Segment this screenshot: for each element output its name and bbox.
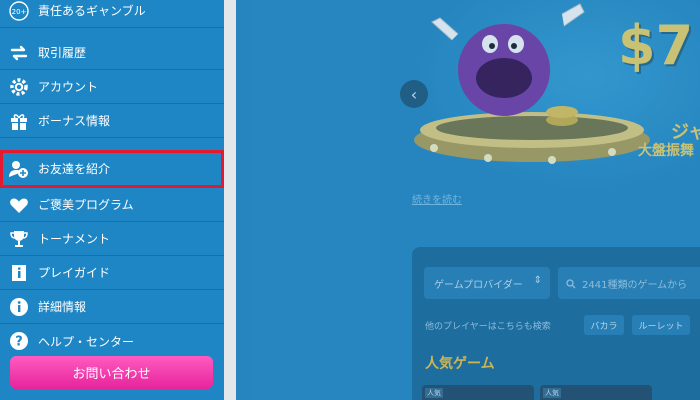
help-icon: ? (8, 330, 30, 352)
add-user-icon (8, 158, 30, 180)
game-provider-select[interactable]: ゲームプロバイダー ⇕ (424, 267, 550, 299)
main-content: $7 ジャ 大盤振舞 ‹ 続きを読む ゲームプロバイダー ⇕ 2441種類のゲー… (236, 0, 700, 400)
jackpot-amount: $7 (618, 14, 694, 77)
sidebar-item-label: トーナメント (38, 232, 111, 246)
search-icon (566, 274, 576, 293)
search-chip-baccarat[interactable]: バカラ (584, 315, 624, 335)
game-tag: 人気 (425, 388, 443, 398)
sidebar-item-label: 詳細情報 (38, 300, 87, 314)
sidebar-divider (224, 0, 236, 400)
read-more-link[interactable]: 続きを読む (412, 191, 462, 206)
sidebar-item-tournament[interactable]: トーナメント (0, 222, 224, 256)
sidebar-item-bonus-info[interactable]: ボーナス情報 (0, 104, 224, 138)
contact-us-button[interactable]: お問い合わせ (10, 356, 213, 389)
games-panel: ゲームプロバイダー ⇕ 2441種類のゲームから 他のプレイヤーはこちらも検索 … (412, 247, 700, 400)
guide-book-icon (8, 262, 30, 284)
trophy-icon (8, 228, 30, 250)
svg-text:?: ? (15, 335, 23, 350)
gift-icon (8, 110, 30, 132)
age-20-plus-icon: 20+ (8, 0, 30, 22)
sidebar-item-details[interactable]: 詳細情報 (0, 290, 224, 324)
sidebar-item-help-center[interactable]: ? ヘルプ・センター (0, 324, 224, 358)
sidebar-item-label: 責任あるギャンブル (38, 4, 146, 18)
chevron-left-icon: ‹ (410, 84, 418, 104)
info-icon (8, 296, 30, 318)
sidebar-item-label: アカウント (38, 80, 99, 94)
sidebar-item-account[interactable]: アカウント (0, 70, 224, 104)
banner-prev-button[interactable]: ‹ (400, 80, 428, 108)
sidebar-item-label: ヘルプ・センター (38, 334, 135, 349)
sort-arrows-icon: ⇕ (533, 275, 542, 286)
game-provider-select-label: ゲームプロバイダー (434, 279, 523, 291)
sidebar-item-rewards-program[interactable]: ご褒美プログラム (0, 188, 224, 222)
game-thumbnail[interactable]: 人気 (422, 385, 534, 400)
sidebar-item-label: 取引履歴 (38, 46, 87, 60)
sidebar-item-label: ボーナス情報 (38, 114, 111, 128)
settings-gear-icon (8, 76, 30, 98)
sidebar: 20+ 責任あるギャンブル 取引履歴 アカウント ボーナス情報 お友達を紹介 ご… (0, 0, 224, 400)
game-thumbnail[interactable]: 人気 (540, 385, 652, 400)
popular-games-title: 人気ゲーム (425, 356, 495, 372)
transfer-arrows-icon (8, 42, 30, 64)
banner-text-line2: 大盤振舞 (638, 143, 694, 159)
heart-icon (8, 194, 30, 216)
sidebar-item-refer-friend[interactable]: お友達を紹介 (0, 150, 224, 188)
sidebar-item-play-guide[interactable]: プレイガイド (0, 256, 224, 290)
search-placeholder: 2441種類のゲームから (582, 279, 688, 291)
game-search-input[interactable]: 2441種類のゲームから (558, 267, 700, 299)
also-searched-label: 他のプレイヤーはこちらも検索 (425, 322, 551, 332)
sidebar-item-label: プレイガイド (38, 266, 111, 280)
sidebar-item-label: お友達を紹介 (38, 162, 111, 176)
search-chip-roulette[interactable]: ルーレット (632, 315, 690, 335)
sidebar-item-transaction-history[interactable]: 取引履歴 (0, 36, 224, 70)
svg-text:20+: 20+ (12, 8, 27, 16)
sidebar-item-responsible-gambling[interactable]: 20+ 責任あるギャンブル (0, 0, 224, 28)
sidebar-item-label: ご褒美プログラム (38, 198, 134, 212)
game-tag: 人気 (543, 388, 561, 398)
